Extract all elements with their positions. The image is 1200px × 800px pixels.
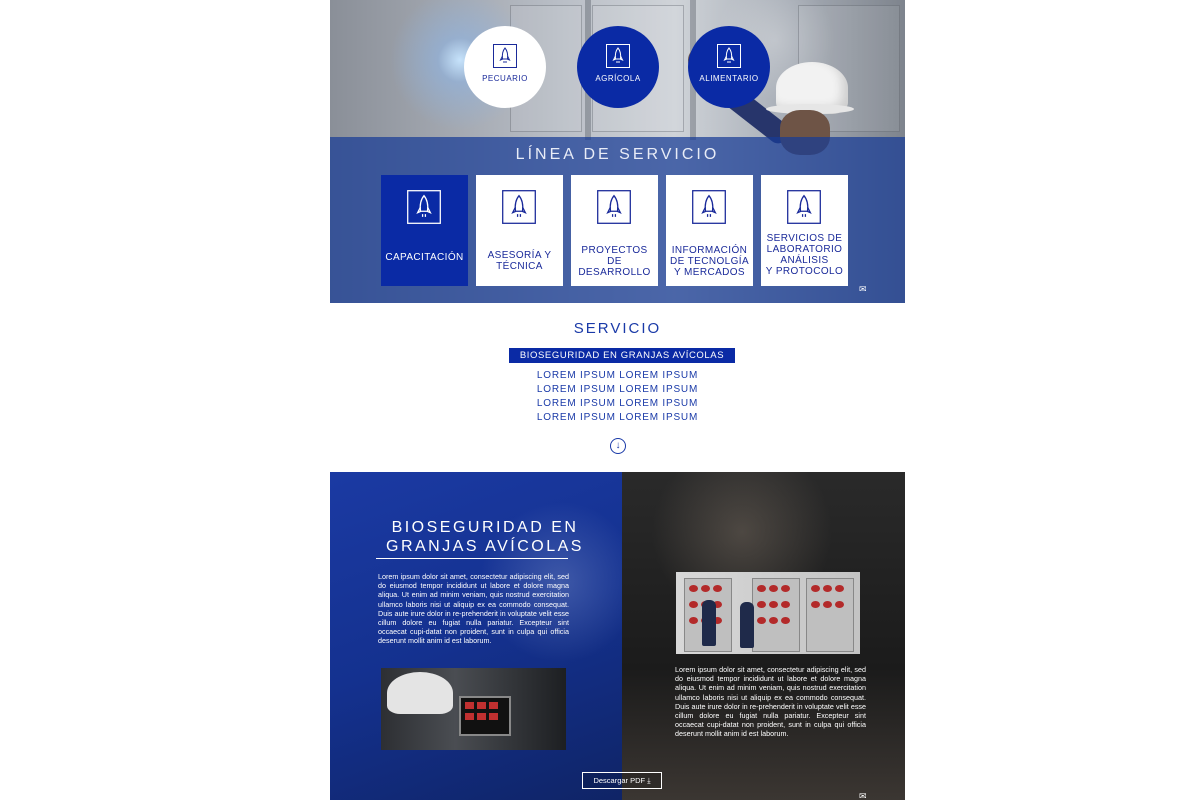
category-label: ALIMENTARIO <box>699 74 759 83</box>
service-card-label: ASESORÍA Y TÉCNICA <box>487 250 552 272</box>
photo-hard-hat <box>387 672 453 714</box>
detail-section: BIOSEGURIDAD EN GRANJAS AVÍCOLAS Lorem i… <box>330 472 905 800</box>
detail-title-line: BIOSEGURIDAD EN <box>391 519 579 536</box>
title-underline <box>376 558 568 559</box>
photo-rack <box>752 578 800 652</box>
service-card-informacion[interactable]: INFORMACIÓN DE TECNOLGÍA Y MERCADOS <box>666 175 753 286</box>
envelope-icon[interactable]: ✉ <box>859 285 867 294</box>
servicio-item[interactable]: LOREM IPSUM LOREM IPSUM <box>330 412 905 423</box>
rocket-icon <box>606 44 630 68</box>
category-circle-pecuario[interactable]: PECUARIO <box>464 26 546 108</box>
rocket-icon <box>493 44 517 68</box>
service-card-proyectos[interactable]: PROYECTOS DE DESARROLLO <box>571 175 658 286</box>
detail-title-line: GRANJAS AVÍCOLAS <box>386 538 584 555</box>
photo-rack <box>806 578 854 652</box>
download-pdf-label: Descargar PDF <box>593 776 646 785</box>
arrow-down-circle-icon[interactable]: ↓ <box>610 438 626 454</box>
landing-page: PECUARIO AGRÍCOLA ALIMENTARIO LÍNEA DE S… <box>330 0 905 800</box>
servicio-item[interactable]: LOREM IPSUM LOREM IPSUM <box>330 384 905 395</box>
download-icon: ⤓ <box>647 776 651 785</box>
category-label: PECUARIO <box>482 74 528 83</box>
category-circle-alimentario[interactable]: ALIMENTARIO <box>688 26 770 108</box>
worker-monitor-photo <box>381 668 566 750</box>
service-line-title: LÍNEA DE SERVICIO <box>515 146 720 163</box>
servicio-section: SERVICIO BIOSEGURIDAD EN GRANJAS AVÍCOLA… <box>330 303 905 472</box>
rocket-icon <box>717 44 741 68</box>
photo-person <box>702 600 716 646</box>
detail-paragraph-left: Lorem ipsum dolor sit amet, consectetur … <box>378 572 569 646</box>
photo-person <box>740 602 754 648</box>
envelope-icon[interactable]: ✉ <box>859 792 867 800</box>
rocket-icon <box>502 190 536 224</box>
service-card-label: INFORMACIÓN DE TECNOLGÍA Y MERCADOS <box>669 244 750 278</box>
service-card-label: SERVICIOS DE LABORATORIO ANÁLISIS Y PROT… <box>765 233 844 277</box>
service-card-asesoria[interactable]: ASESORÍA Y TÉCNICA <box>476 175 563 286</box>
hero-banner: PECUARIO AGRÍCOLA ALIMENTARIO LÍNEA DE S… <box>330 0 905 303</box>
rocket-icon <box>407 190 441 224</box>
service-card-laboratorio[interactable]: SERVICIOS DE LABORATORIO ANÁLISIS Y PROT… <box>761 175 848 286</box>
detail-paragraph-right: Lorem ipsum dolor sit amet, consectetur … <box>675 665 866 739</box>
servicio-title: SERVICIO <box>573 320 662 337</box>
rocket-icon <box>692 190 726 224</box>
service-card-label: CAPACITACIÓN <box>385 251 464 263</box>
download-pdf-button[interactable]: Descargar PDF ⤓ <box>582 772 662 789</box>
service-card-label: PROYECTOS DE DESARROLLO <box>578 244 651 278</box>
photo-monitor <box>459 696 511 736</box>
egg-incubator-photo <box>676 572 860 654</box>
detail-title: BIOSEGURIDAD EN GRANJAS AVÍCOLAS <box>360 518 610 556</box>
rocket-icon <box>787 190 821 224</box>
servicio-selected-item[interactable]: BIOSEGURIDAD EN GRANJAS AVÍCOLAS <box>509 348 735 363</box>
category-circle-agricola[interactable]: AGRÍCOLA <box>577 26 659 108</box>
rocket-icon <box>597 190 631 224</box>
service-card-capacitacion[interactable]: CAPACITACIÓN <box>381 175 468 286</box>
servicio-item[interactable]: LOREM IPSUM LOREM IPSUM <box>330 398 905 409</box>
category-label: AGRÍCOLA <box>595 74 641 83</box>
servicio-item[interactable]: LOREM IPSUM LOREM IPSUM <box>330 370 905 381</box>
